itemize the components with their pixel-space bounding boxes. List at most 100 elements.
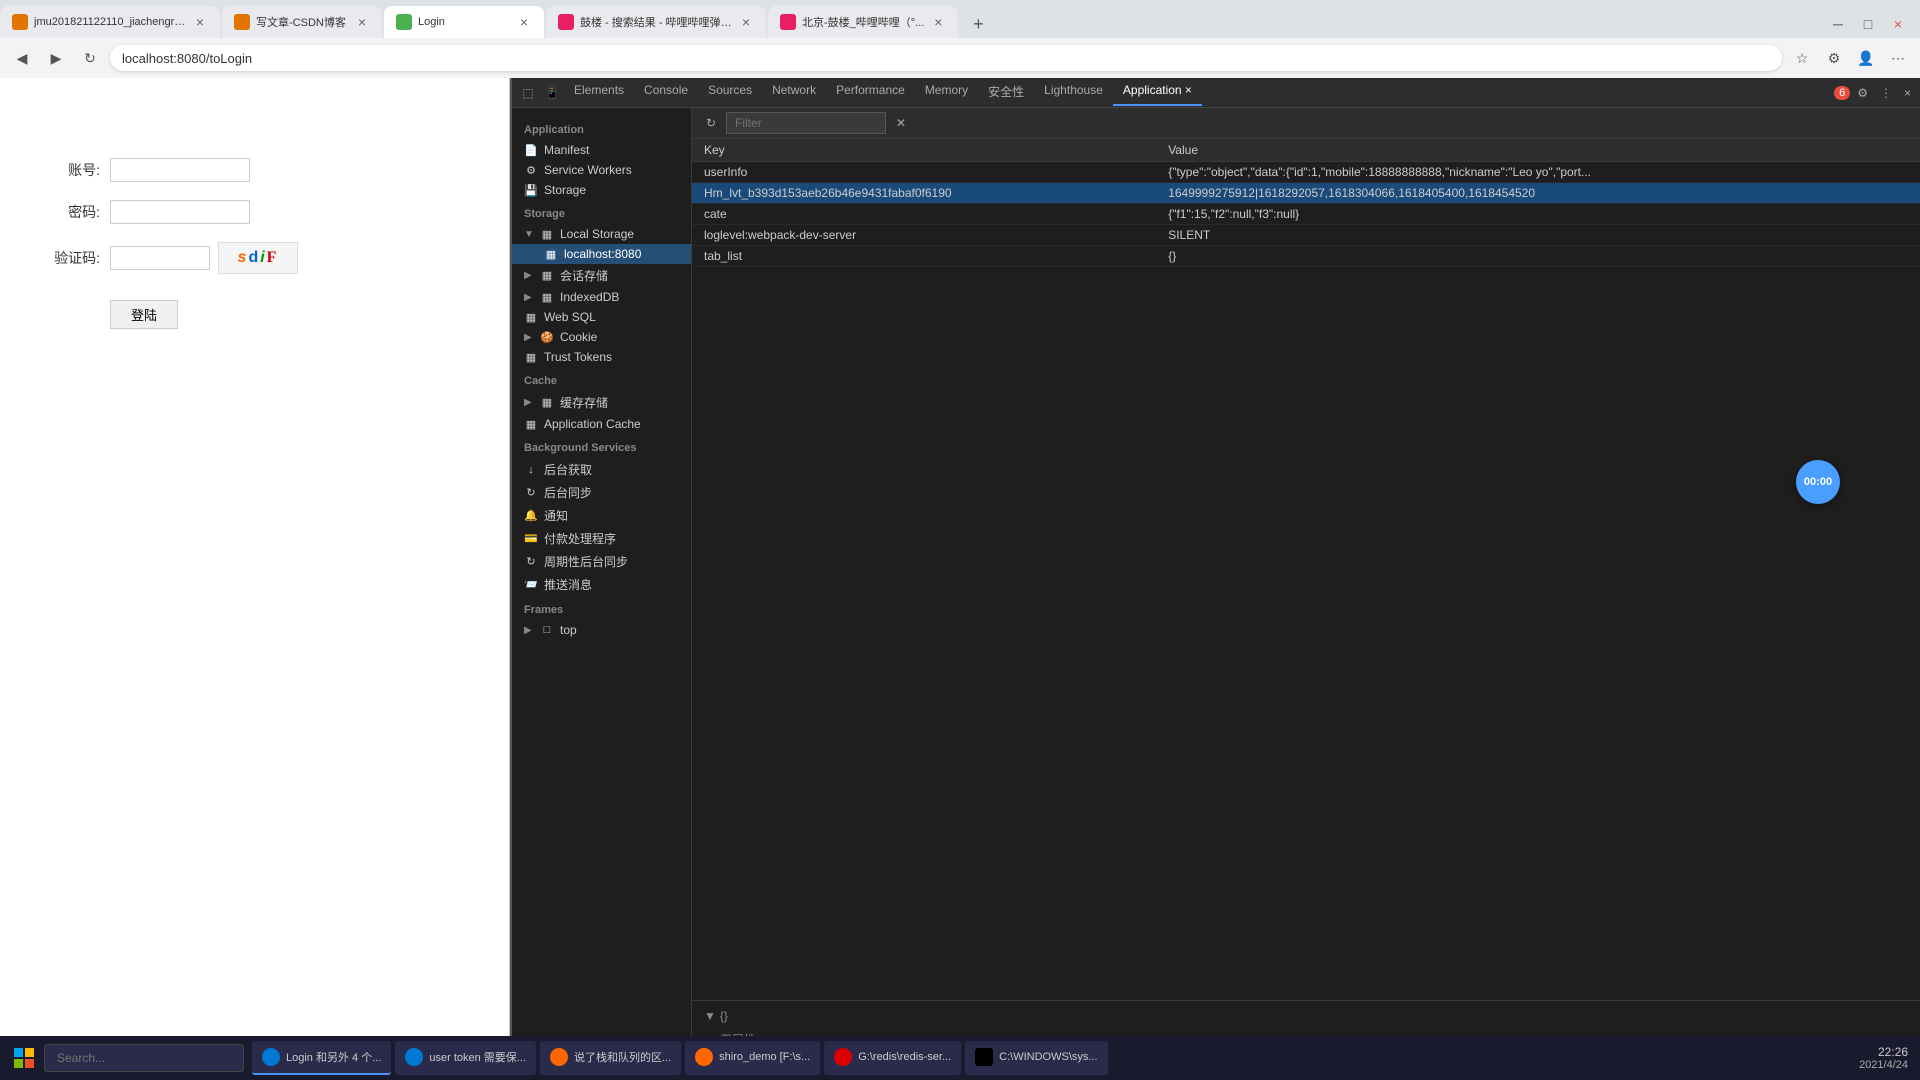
sidebar-sw-label: Service Workers [544,163,632,177]
table-row[interactable]: tab_list {} [692,246,1920,267]
taskbar-item-5[interactable]: C:\WINDOWS\sys... [965,1041,1107,1075]
login-button[interactable]: 登陆 [110,300,178,329]
sidebar-item-manifest[interactable]: 📄 Manifest [512,140,691,160]
sidebar-item-app-cache[interactable]: ▦ Application Cache [512,414,691,434]
collapse-icon[interactable]: ▼ [704,1009,716,1023]
tab-memory[interactable]: Memory [915,79,978,106]
tab-2[interactable]: 写文章-CSDN博客 × [222,6,382,38]
password-row: 密码: [40,200,469,224]
sidebar-item-cookie[interactable]: ▶ 🍪 Cookie [512,327,691,347]
indexeddb-icon: ▦ [540,290,554,304]
row-value: {} [1156,246,1920,267]
more-button[interactable]: ⋯ [1884,44,1912,72]
profile-button[interactable]: 👤 [1852,44,1880,72]
sidebar-item-periodic-sync[interactable]: ↻ 周期性后台同步 [512,550,691,573]
tab-1-close[interactable]: × [192,14,208,30]
sidebar-item-indexeddb[interactable]: ▶ ▦ IndexedDB [512,287,691,307]
col-key: Key [692,139,1156,162]
tab-sources[interactable]: Sources [698,79,762,106]
tab-3-close[interactable]: × [516,14,532,30]
minimize-button[interactable]: ─ [1824,10,1852,38]
filter-input[interactable] [726,112,886,134]
sidebar-item-push-msg[interactable]: 📨 推送消息 [512,573,691,596]
sidebar-item-session-storage[interactable]: ▶ ▦ 会话存储 [512,264,691,287]
password-input[interactable] [110,200,250,224]
payment-icon: 💳 [524,532,538,546]
sidebar-section-cache: Cache [512,367,691,391]
main-area: 账号: 密码: 验证码: s d i F [0,78,1920,1080]
tab-1[interactable]: jmu201821122110_jiachengren... × [0,6,220,38]
captcha-input[interactable] [110,246,210,270]
sidebar-ls-label: Local Storage [560,227,634,241]
tab-elements[interactable]: Elements [564,79,634,106]
sidebar-item-service-workers[interactable]: ⚙ Service Workers [512,160,691,180]
sidebar-item-local-storage[interactable]: ▼ ▦ Local Storage [512,224,691,244]
top-expand-icon[interactable]: ▶ [524,625,534,636]
row-key: Hm_lvt_b393d153aeb26b46e9431fabaf0f6190 [692,183,1156,204]
tab-4[interactable]: 鼓楼 - 搜索结果 - 哔哩哔哩弹幕... × [546,6,766,38]
refresh-filter-button[interactable]: ↻ [700,112,722,134]
floating-timer-button[interactable]: 00:00 [1796,460,1840,504]
sidebar-item-bg-fetch[interactable]: ↓ 后台获取 [512,458,691,481]
taskbar-item-2[interactable]: 说了栈和队列的区... [540,1041,681,1075]
tab-5-close[interactable]: × [930,14,946,30]
local-storage-expand-icon[interactable]: ▼ [524,229,534,240]
sidebar-item-notifications[interactable]: 🔔 通知 [512,504,691,527]
sidebar-item-bg-sync[interactable]: ↻ 后台同步 [512,481,691,504]
tab-console[interactable]: Console [634,79,698,106]
cookie-expand-icon[interactable]: ▶ [524,332,534,343]
tab-performance[interactable]: Performance [826,79,915,106]
trust-tokens-icon: ▦ [524,350,538,364]
taskbar-search-input[interactable] [44,1044,244,1072]
forward-button[interactable]: ▶ [42,44,70,72]
captcha-image[interactable]: s d i F [218,242,298,274]
maximize-button[interactable]: □ [1854,10,1882,38]
back-button[interactable]: ◀ [8,44,36,72]
tab-application[interactable]: Application × [1113,79,1202,106]
sidebar-item-payment[interactable]: 💳 付款处理程序 [512,527,691,550]
table-row[interactable]: userInfo {"type":"object","data":{"id":1… [692,162,1920,183]
sidebar-item-top[interactable]: ▶ □ top [512,620,691,640]
sidebar-item-websql[interactable]: ▦ Web SQL [512,307,691,327]
sidebar-item-localhost[interactable]: ▦ localhost:8080 [512,244,691,264]
tab-5[interactable]: 北京-鼓楼_哔哩哔哩（°... × [768,6,958,38]
tab-2-close[interactable]: × [354,14,370,30]
tab-lighthouse[interactable]: Lighthouse [1034,79,1113,106]
cache-storage-expand-icon[interactable]: ▶ [524,397,534,408]
windows-logo-icon [14,1048,34,1068]
table-row[interactable]: cate {"f1":15,"f2":null,"f3":null} [692,204,1920,225]
new-tab-button[interactable]: + [964,10,992,38]
address-input[interactable] [110,45,1782,71]
taskbar-item-label-0: Login 和另外 4 个... [286,1049,381,1065]
extension-button[interactable]: ⚙ [1820,44,1848,72]
tab-network[interactable]: Network [762,79,826,106]
tab-4-close[interactable]: × [738,14,754,30]
indexeddb-expand-icon[interactable]: ▶ [524,292,534,303]
start-button[interactable] [4,1038,44,1078]
sidebar-item-cache-storage[interactable]: ▶ ▦ 缓存存储 [512,391,691,414]
sidebar-item-trust-tokens[interactable]: ▦ Trust Tokens [512,347,691,367]
devtools-close-icon[interactable]: × [1899,83,1916,103]
close-button[interactable]: × [1884,10,1912,38]
taskbar-item-1[interactable]: user token 需要保... [395,1041,536,1075]
taskbar-item-3[interactable]: shiro_demo [F:\s... [685,1041,820,1075]
reload-button[interactable]: ↻ [76,44,104,72]
devtools-more-icon[interactable]: ⋮ [1875,83,1897,103]
devtools-inspect-icon[interactable]: ⬚ [516,81,540,105]
tab-security[interactable]: 安全性 [978,79,1034,106]
col-value: Value [1156,139,1920,162]
username-input[interactable] [110,158,250,182]
taskbar-item-4[interactable]: G:\redis\redis-ser... [824,1041,961,1075]
sidebar-bgf-label: 后台获取 [544,461,592,478]
bookmark-button[interactable]: ☆ [1788,44,1816,72]
devtools-device-icon[interactable]: 📱 [540,81,564,105]
taskbar-item-0[interactable]: Login 和另外 4 个... [252,1041,391,1075]
tab-3[interactable]: Login × [384,6,544,38]
table-row[interactable]: loglevel:webpack-dev-server SILENT [692,225,1920,246]
devtools-settings-icon[interactable]: ⚙ [1852,83,1873,103]
clear-filter-button[interactable]: ✕ [890,112,912,134]
table-row[interactable]: Hm_lvt_b393d153aeb26b46e9431fabaf0f6190 … [692,183,1920,204]
session-storage-expand-icon[interactable]: ▶ [524,270,534,281]
username-label: 账号: [40,160,100,180]
sidebar-item-storage-link[interactable]: 💾 Storage [512,180,691,200]
